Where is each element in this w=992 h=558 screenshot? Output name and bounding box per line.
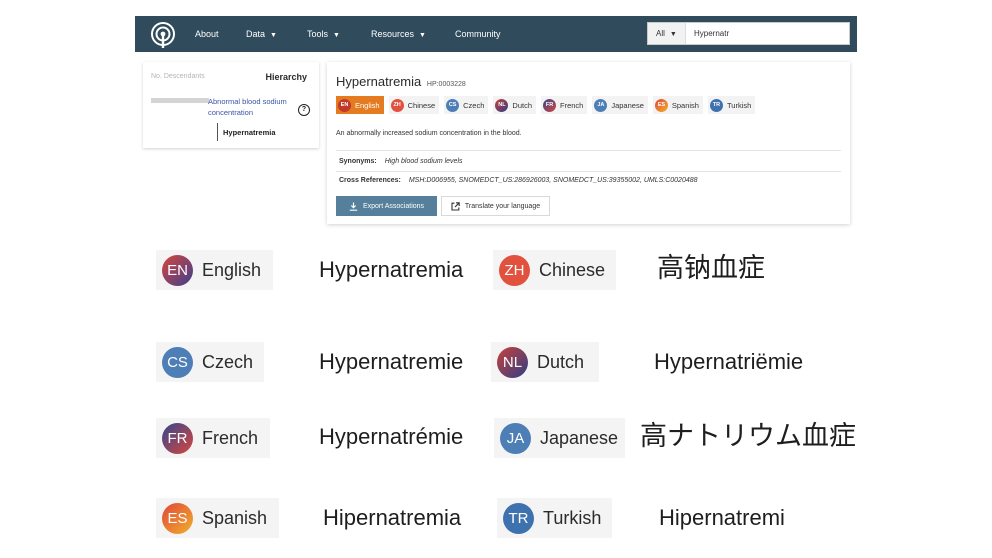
- lang-label: Chinese: [407, 100, 436, 110]
- lang-badge: TR: [709, 98, 723, 112]
- translation-en: Hypernatremia: [319, 257, 464, 282]
- search-box: All ▼: [647, 22, 854, 45]
- synonyms-row: Synonyms: High blood sodium levels: [339, 158, 463, 165]
- lang-badge: CS: [446, 98, 460, 112]
- lang-label: Spanish: [671, 100, 699, 110]
- xrefs-row: Cross References: MSH:D006955, SNOMEDCT_…: [339, 177, 698, 184]
- tab-lang-nl[interactable]: NL Dutch: [493, 96, 536, 114]
- export-associations-button[interactable]: Export Associations: [336, 196, 437, 216]
- caret-down-icon: ▼: [270, 32, 277, 39]
- translation-es: Hipernatremia: [323, 505, 462, 530]
- tab-lang-tr[interactable]: TR Turkish: [707, 96, 756, 114]
- hierarchy-parent-link[interactable]: Abnormal blood sodium concentration: [208, 96, 303, 118]
- lang-badge: JA: [594, 98, 608, 112]
- hierarchy-panel: No. Descendants Hierarchy Abnormal blood…: [143, 62, 319, 148]
- logo-icon[interactable]: [149, 21, 177, 49]
- lang-badge: EN: [338, 98, 351, 112]
- hierarchy-current-term: Hypernatremia: [223, 128, 276, 137]
- term-definition: An abnormally increased sodium concentra…: [336, 130, 522, 137]
- lang-badge: ZH: [499, 254, 530, 286]
- tab-lang-en[interactable]: EN English: [336, 96, 384, 114]
- lang-badge: ES: [654, 98, 668, 112]
- lang-name: English: [202, 259, 262, 280]
- language-chip-es: ES Spanish: [156, 498, 279, 538]
- lang-label: Japanese: [611, 100, 644, 110]
- language-chip-nl: NL Dutch: [491, 342, 599, 382]
- lang-name: Spanish: [202, 507, 268, 528]
- synonyms-value: High blood sodium levels: [384, 158, 463, 165]
- lang-badge: CS: [162, 346, 193, 378]
- translation-cs: Hypernatremie: [319, 349, 464, 374]
- caret-down-icon: ▼: [333, 32, 340, 39]
- descendants-bar: [151, 98, 209, 103]
- lang-name: French: [202, 427, 259, 448]
- hierarchy-connector: [217, 123, 218, 141]
- language-chip-cs: CS Czech: [156, 342, 264, 382]
- language-tabs: EN English ZH Chinese CS Czech NL Dutch …: [336, 96, 760, 114]
- question-circle-icon[interactable]: ?: [298, 104, 310, 116]
- synonyms-label: Synonyms:: [339, 158, 377, 165]
- term-id: HP:0003228: [426, 81, 466, 88]
- hierarchy-title: Hierarchy: [265, 72, 307, 82]
- xrefs-value: MSH:D006955, SNOMEDCT_US:286926003, SNOM…: [408, 177, 698, 184]
- nav-community[interactable]: Community: [455, 16, 501, 52]
- lang-badge: JA: [500, 422, 531, 454]
- language-chip-tr: TR Turkish: [497, 498, 612, 538]
- caret-down-icon: ▼: [669, 31, 677, 38]
- nav-resources[interactable]: Resources ▼: [371, 16, 426, 52]
- translation-tr: Hipernatremi: [659, 505, 785, 530]
- search-category-select[interactable]: All ▼: [648, 23, 686, 44]
- nav-tools[interactable]: Tools ▼: [307, 16, 340, 52]
- language-chip-fr: FR French: [156, 418, 270, 458]
- lang-badge: NL: [497, 346, 528, 378]
- download-icon: [349, 202, 358, 211]
- translation-nl: Hypernatriëmie: [654, 349, 804, 374]
- divider: [336, 171, 841, 172]
- divider: [336, 150, 841, 151]
- lang-label: French: [560, 100, 584, 110]
- tab-lang-fr[interactable]: FR French: [541, 96, 588, 114]
- lang-label: Turkish: [726, 100, 752, 110]
- language-chip-zh: ZH Chinese: [493, 250, 616, 290]
- lang-label: Czech: [463, 100, 485, 110]
- descendants-label: No. Descendants: [151, 73, 205, 80]
- lang-badge: NL: [495, 98, 509, 112]
- tab-lang-cs[interactable]: CS Czech: [444, 96, 489, 114]
- translation-fr: Hypernatrémie: [319, 424, 464, 449]
- lang-name: Dutch: [537, 351, 585, 372]
- tab-lang-ja[interactable]: JA Japanese: [592, 96, 648, 114]
- lang-badge: ES: [162, 502, 193, 534]
- nav-data[interactable]: Data ▼: [246, 16, 277, 52]
- translation-ja: 高ナトリウム血症: [640, 421, 856, 452]
- lang-label: Dutch: [512, 100, 532, 110]
- lang-name: Czech: [202, 351, 254, 372]
- xrefs-label: Cross References:: [339, 177, 401, 184]
- lang-badge: ZH: [390, 98, 404, 112]
- term-name: Hypernatremia: [336, 74, 422, 89]
- translate-language-button[interactable]: Translate your language: [441, 196, 550, 216]
- lang-badge: EN: [162, 254, 193, 286]
- lang-badge: TR: [503, 502, 534, 534]
- tab-lang-zh[interactable]: ZH Chinese: [388, 96, 440, 114]
- term-title: Hypernatremia HP:0003228: [336, 74, 466, 89]
- lang-label: English: [355, 100, 380, 110]
- lang-name: Turkish: [543, 507, 602, 528]
- lang-badge: FR: [162, 422, 193, 454]
- translation-zh: 高钠血症: [657, 253, 765, 284]
- caret-down-icon: ▼: [419, 32, 426, 39]
- term-card: Hypernatremia HP:0003228 EN English ZH C…: [327, 62, 850, 224]
- lang-name: Chinese: [539, 259, 606, 280]
- lang-name: Japanese: [540, 427, 619, 448]
- external-link-icon: [451, 201, 460, 211]
- tab-lang-es[interactable]: ES Spanish: [652, 96, 703, 114]
- language-chip-en: EN English: [156, 250, 273, 290]
- nav-about[interactable]: About: [195, 16, 219, 52]
- language-chip-ja: JA Japanese: [494, 418, 625, 458]
- lang-badge: FR: [543, 98, 556, 112]
- top-navbar: About Data ▼ Tools ▼ Resources ▼ Community …: [135, 16, 857, 52]
- search-input[interactable]: [690, 23, 854, 44]
